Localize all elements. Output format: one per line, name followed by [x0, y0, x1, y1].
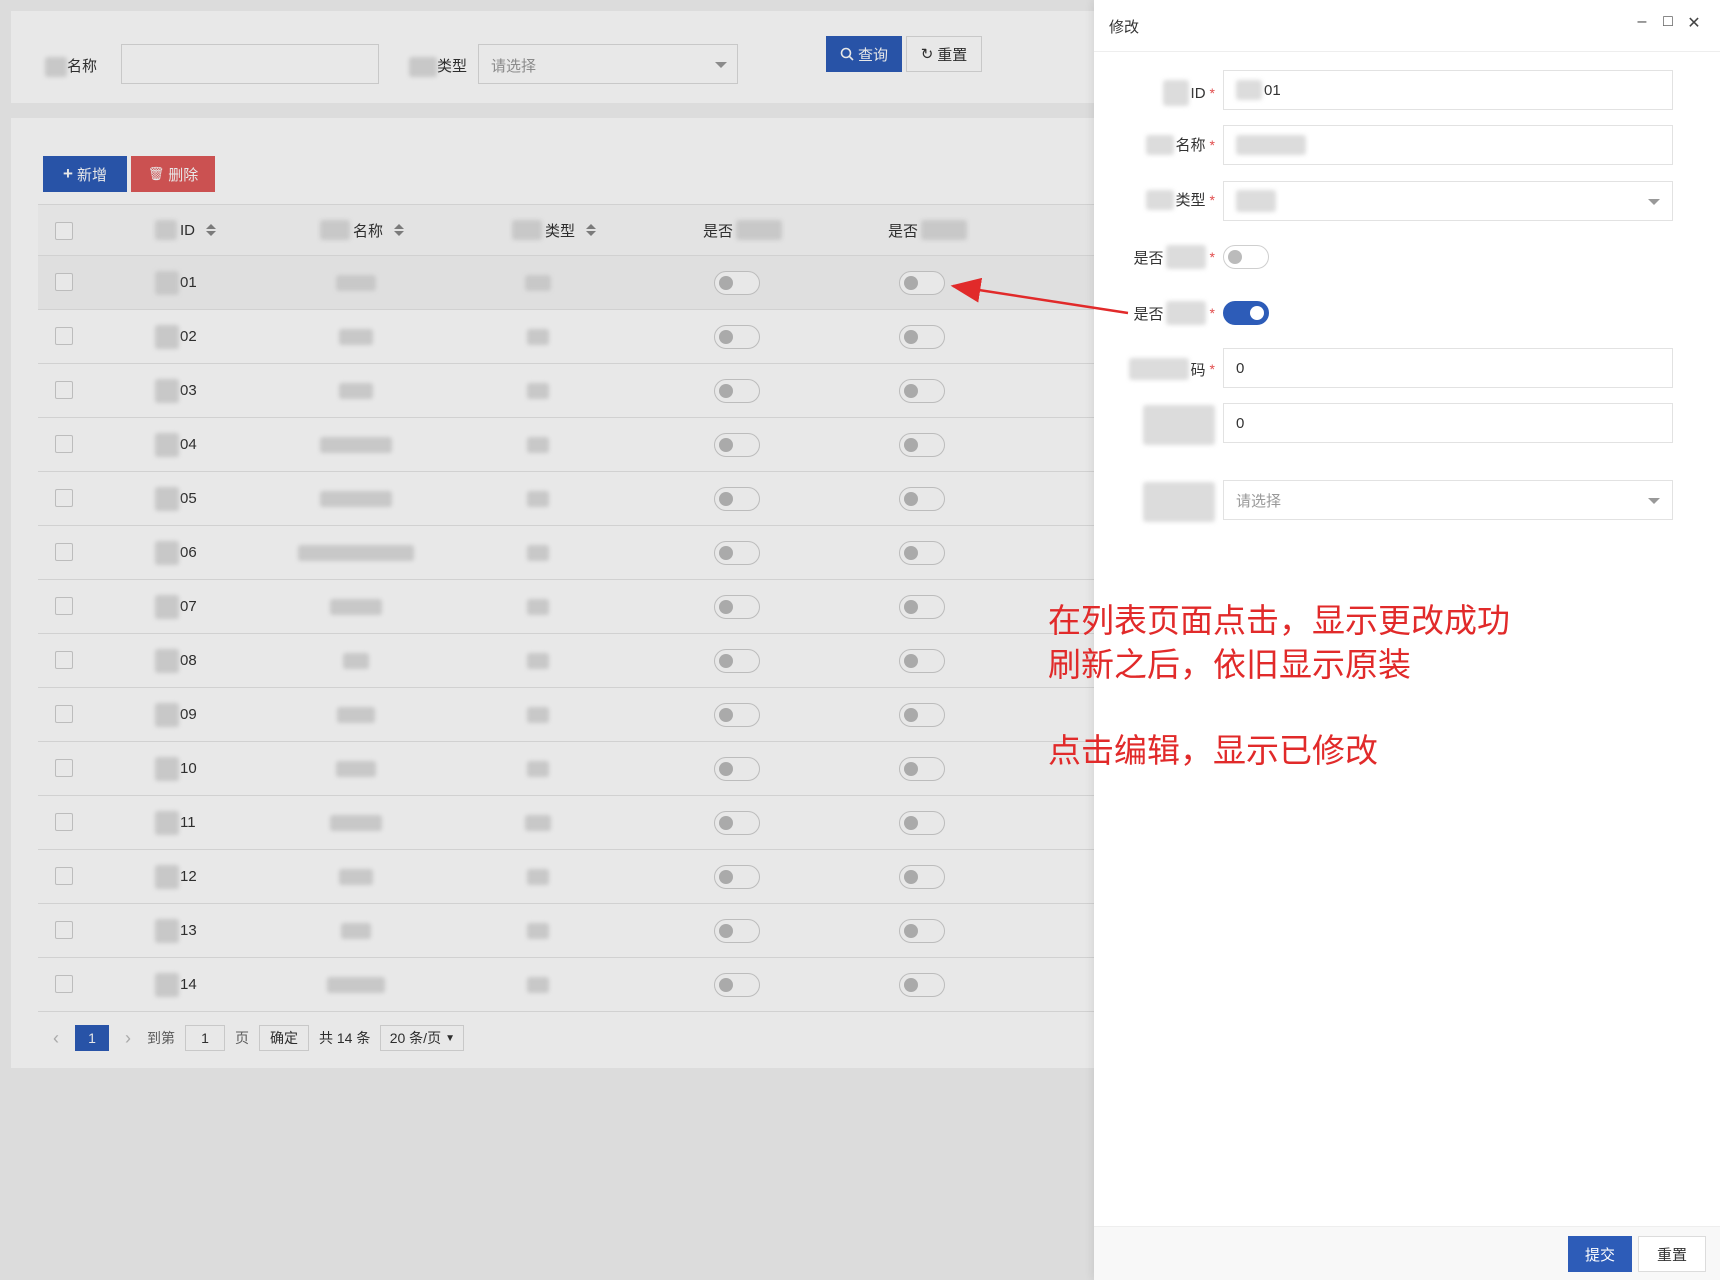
- annotation-line-2: 刷新之后，依旧显示原装: [1048, 646, 1411, 683]
- annotation-line-1: 在列表页面点击，显示更改成功: [1048, 602, 1510, 639]
- annotation-line-3: 点击编辑，显示已修改: [1048, 732, 1378, 769]
